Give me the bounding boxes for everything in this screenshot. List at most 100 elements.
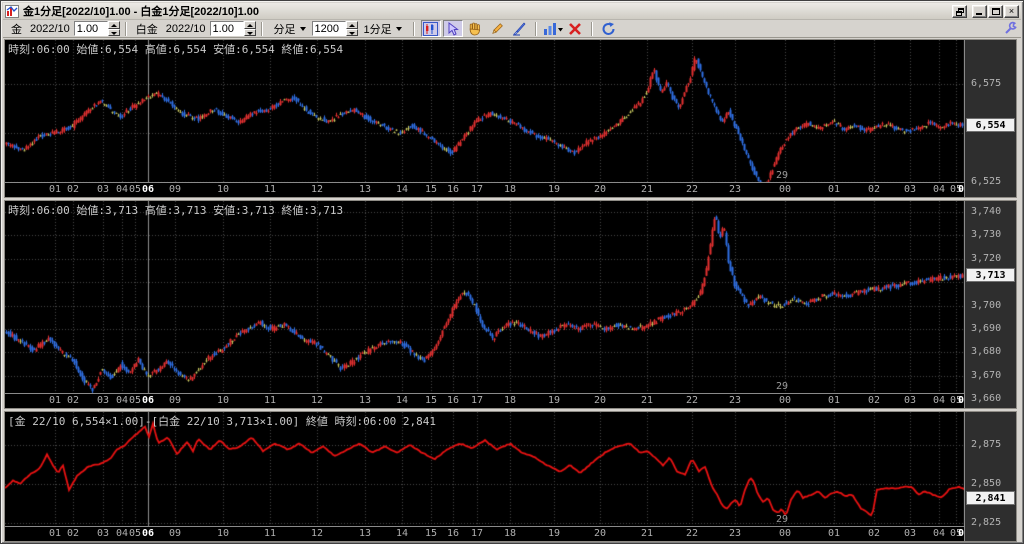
candlestick-chart-icon [423, 21, 439, 36]
y-axis-label: 6,575 [971, 78, 1002, 89]
gold-spin-down-button[interactable] [107, 28, 120, 36]
y-axis-label: 3,740 [971, 206, 1002, 217]
gold-chart-panel: 時刻:06:00 始値:6,554 高値:6,554 安値:6,554 終値:6… [4, 39, 1017, 198]
window-title: 金1分足[2022/10]1.00 - 白金1分足[2022/10]1.00 [23, 6, 260, 18]
chevron-down-icon [299, 26, 306, 31]
x-axis-tick-label: 10 [216, 395, 230, 406]
gold-multiplier-input[interactable] [73, 21, 108, 36]
x-axis-tick-label: 23 [728, 395, 742, 406]
platinum-month-label: 2022/10 [165, 22, 206, 35]
settings-wrench-icon[interactable] [1003, 21, 1017, 35]
spread-chart-header: [金 22/10 6,554×1.00]-[白金 22/10 3,713×1.0… [8, 415, 436, 428]
x-axis-tick-label: 17 [470, 528, 484, 539]
x-axis-tick-label: 09 [168, 184, 182, 195]
x-axis-tick-label: 13 [358, 184, 372, 195]
app-window: { "window": { "title": "金1分足[2022/10]1.0… [0, 0, 1024, 544]
indicator-bars-icon [543, 22, 563, 35]
x-axis-tick-label: 02 [66, 184, 80, 195]
x-axis-tick-label: 00 [778, 528, 792, 539]
chart-type-dropdown[interactable]: 1分足 [361, 20, 405, 38]
toolbar: 金 2022/10 白金 2022/10 分足 1分足 [3, 20, 1021, 38]
gold-multiplier-spinbox [73, 21, 120, 36]
pan-hand-button[interactable] [465, 20, 485, 37]
day-change-marker: 29 [776, 514, 789, 525]
x-axis-tick-label: 10 [216, 528, 230, 539]
platinum-spin-down-button[interactable] [243, 28, 256, 36]
x-axis-tick-label: 06 [141, 528, 155, 539]
x-axis-tick-label: 22 [685, 528, 699, 539]
x-axis-tick-label: 21 [640, 528, 654, 539]
indicator-bars-button[interactable] [543, 20, 563, 37]
x-axis-tick-label: 17 [470, 184, 484, 195]
x-axis-tick-label: 19 [547, 528, 561, 539]
day-change-marker: 29 [776, 381, 789, 392]
platinum-multiplier-input[interactable] [209, 21, 244, 36]
y-axis-label: 2,825 [971, 516, 1002, 528]
candlestick-chart-button[interactable] [420, 20, 441, 37]
refresh-button[interactable] [599, 20, 619, 37]
minimize-button[interactable] [972, 4, 987, 18]
x-axis-tick-label: 01 [827, 395, 841, 406]
x-axis-tick-label: 14 [395, 395, 409, 406]
spread-chart-panel: [金 22/10 6,554×1.00]-[白金 22/10 3,713×1.0… [4, 411, 1017, 542]
x-axis-tick-label: 11 [263, 528, 277, 539]
platinum-spin-up-button[interactable] [243, 21, 256, 29]
y-axis-label: 3,720 [971, 252, 1002, 264]
period-dropdown[interactable]: 分足 [271, 20, 309, 38]
app-icon [5, 4, 19, 18]
x-axis-tick-label: 21 [640, 184, 654, 195]
toolbar-separator [534, 21, 537, 36]
x-axis-tick-label: 03 [903, 395, 917, 406]
gold-candlestick-plot[interactable] [5, 40, 965, 184]
pan-hand-icon [469, 22, 480, 35]
x-axis-tick-label: 19 [547, 395, 561, 406]
platinum-label: 白金 [135, 23, 158, 36]
y-axis-label: 3,660 [971, 393, 1002, 405]
y-axis-label: 3,730 [971, 229, 1002, 241]
maximize-button[interactable] [988, 4, 1003, 18]
x-axis-tick-label: 16 [446, 395, 460, 406]
gold-spin-up-button[interactable] [107, 21, 120, 29]
x-axis-tick-label: 15 [424, 528, 438, 539]
x-axis-tick-label: 23 [728, 184, 742, 195]
minimize-icon [976, 12, 982, 15]
x-axis-tick-label: 15 [424, 184, 438, 195]
y-axis-label: 3,700 [971, 299, 1002, 311]
title-bar[interactable]: 金1分足[2022/10]1.00 - 白金1分足[2022/10]1.00 × [3, 3, 1021, 20]
spread-line-plot[interactable] [5, 412, 965, 528]
x-axis-tick-label: 20 [593, 528, 607, 539]
platinum-candlestick-plot[interactable] [5, 201, 965, 394]
platinum-chart-header: 時刻:06:00 始値:3,713 高値:3,713 安値:3,713 終値:3… [8, 204, 344, 217]
x-axis-tick-label: 02 [867, 184, 881, 195]
bar-count-spin-up-button[interactable] [345, 21, 358, 29]
x-axis-tick-label: 20 [593, 395, 607, 406]
maximize-icon [992, 7, 1000, 15]
bar-count-spin-down-button[interactable] [345, 28, 358, 36]
chevron-down-icon [395, 26, 402, 31]
x-axis-tick-label: 11 [263, 395, 277, 406]
pencil-button[interactable] [487, 20, 507, 37]
gold-x-axis: 01 02 03 04 05 06 09 10 11 12 13 14 15 16 17 18 19 20 21 22… [5, 182, 970, 197]
bar-count-input[interactable] [311, 21, 346, 36]
x-axis-tick-label: 16 [446, 184, 460, 195]
restore-window-button[interactable] [952, 4, 967, 18]
x-axis-tick-label: 02 [867, 395, 881, 406]
x-axis-tick-label: 10 [216, 184, 230, 195]
x-axis-tick-label: 11 [263, 184, 277, 195]
x-axis-tick-label: 19 [547, 184, 561, 195]
gold-label: 金 [11, 23, 22, 36]
delete-x-button[interactable] [565, 20, 585, 37]
x-axis-tick-label: 18 [503, 395, 517, 406]
y-axis-label: 6,525 [971, 176, 1002, 187]
x-axis-tick-label: 17 [470, 395, 484, 406]
x-axis-tick-label: 14 [395, 528, 409, 539]
select-cursor-button[interactable] [442, 20, 463, 37]
spread-x-axis: 01 02 03 04 05 06 09 10 11 12 13 14 15 16 17 18 19 20 21 22… [5, 526, 970, 541]
pen-button[interactable] [509, 20, 529, 37]
refresh-icon [602, 21, 615, 35]
close-button[interactable]: × [1004, 4, 1019, 18]
spread-y-axis: 2,875 2,850 2,825 2,841 [964, 412, 1016, 541]
x-axis-tick-label: 09 [168, 395, 182, 406]
pen-icon [512, 21, 526, 35]
y-axis-label: 3,690 [971, 323, 1002, 334]
